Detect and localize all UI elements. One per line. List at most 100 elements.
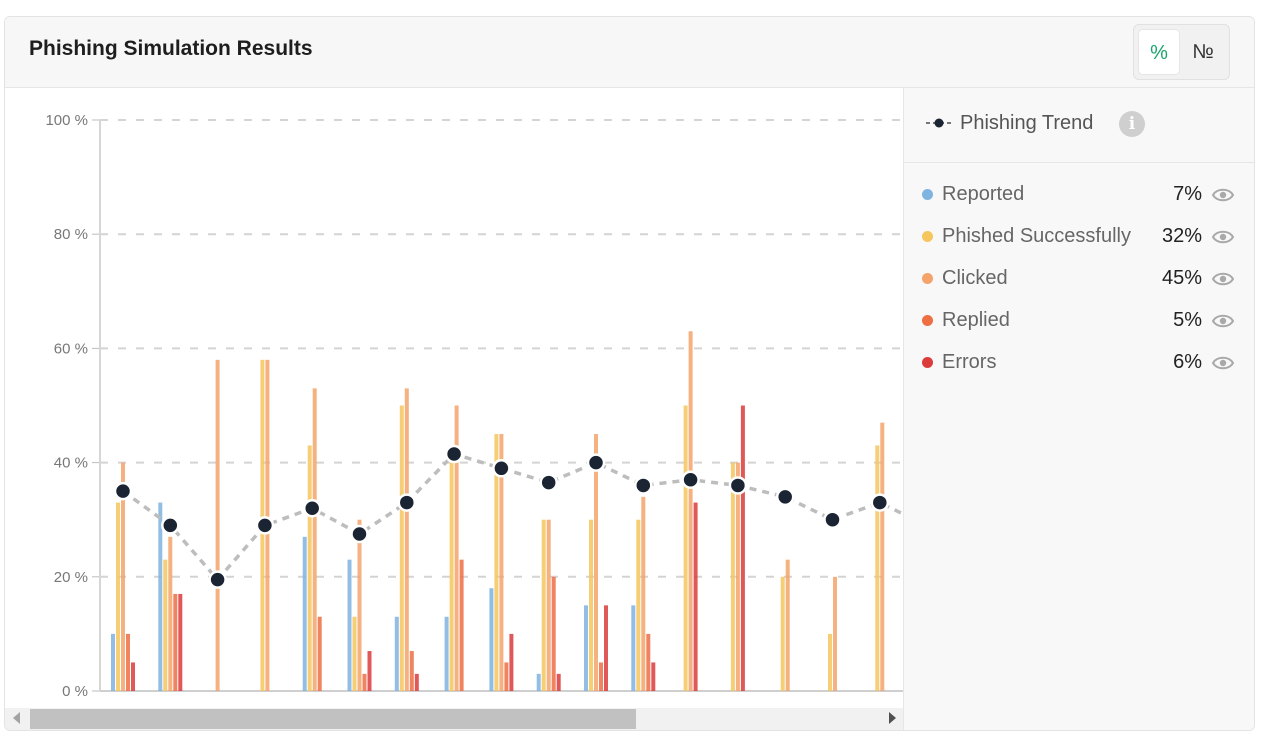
bar-errors xyxy=(414,673,419,691)
bar-clicked xyxy=(312,388,317,691)
trend-point xyxy=(208,570,227,589)
trend-point xyxy=(870,493,890,512)
y-tick-label: 40 % xyxy=(54,455,88,472)
trend-point xyxy=(350,524,369,544)
bar-phished-successfully xyxy=(541,519,546,691)
legend-item-reported[interactable]: Reported 7% xyxy=(904,174,1254,216)
bar-replied xyxy=(646,633,651,691)
bar-reported xyxy=(444,616,449,691)
legend-item-value: 32% xyxy=(1161,225,1202,247)
bar-errors xyxy=(131,662,135,691)
card-title: Phishing Simulation Results xyxy=(29,37,313,60)
trend-legend-row: Phishing Trend i xyxy=(904,88,1254,163)
legend-item-value: 7% xyxy=(1173,183,1202,205)
horizontal-scrollbar[interactable] xyxy=(5,708,903,730)
bar-replied xyxy=(126,633,130,691)
bar-replied xyxy=(173,593,178,691)
bar-phished-successfully xyxy=(352,616,357,691)
scrollbar-thumb[interactable] xyxy=(30,709,636,729)
bar-clicked xyxy=(594,434,598,691)
bar-reported xyxy=(536,673,541,691)
trend-point xyxy=(397,493,417,512)
scroll-left-arrow-icon[interactable] xyxy=(13,712,20,724)
card-header: Phishing Simulation Results % № xyxy=(5,17,1254,88)
bar-phished-successfully xyxy=(307,445,312,691)
bar-clicked xyxy=(688,331,693,691)
y-tick-label: 20 % xyxy=(54,569,88,586)
unit-toggle: % № xyxy=(1133,24,1230,80)
count-toggle-button[interactable]: № xyxy=(1182,29,1224,75)
eye-icon[interactable] xyxy=(1212,186,1234,204)
eye-icon[interactable] xyxy=(1212,228,1234,246)
bar-clicked xyxy=(785,559,790,691)
bar-phished-successfully xyxy=(163,559,168,691)
bar-phished-successfully xyxy=(780,576,785,691)
bar-errors xyxy=(178,593,183,691)
legend-item-value: 6% xyxy=(1173,351,1202,373)
bar-errors xyxy=(651,662,656,691)
bar-replied xyxy=(504,662,509,691)
legend-item-replied[interactable]: Replied 5% xyxy=(904,300,1254,342)
eye-icon[interactable] xyxy=(1212,312,1234,330)
eye-icon[interactable] xyxy=(1212,270,1234,288)
bar-errors xyxy=(604,605,608,691)
bar-phished-successfully xyxy=(683,405,688,691)
legend-color-dot xyxy=(922,357,933,368)
bar-reported xyxy=(158,502,163,691)
bar-reported xyxy=(631,605,636,691)
bar-reported xyxy=(489,588,494,691)
legend-color-dot xyxy=(922,189,933,200)
trend-point xyxy=(255,516,275,535)
trend-point xyxy=(302,499,322,518)
y-tick-label: 80 % xyxy=(54,226,88,243)
legend-item-phished-successfully[interactable]: Phished Successfully 32% xyxy=(904,216,1254,258)
bar-replied xyxy=(409,651,414,691)
bar-errors xyxy=(740,405,745,691)
bar-clicked xyxy=(833,576,837,691)
bar-clicked xyxy=(546,519,551,691)
trend-point xyxy=(634,476,653,495)
bar-phished-successfully xyxy=(875,445,880,691)
trend-legend-label: Phishing Trend xyxy=(960,112,1094,134)
percent-toggle-button[interactable]: % xyxy=(1138,29,1180,75)
scroll-right-arrow-icon[interactable] xyxy=(889,712,896,724)
bar-errors xyxy=(693,502,698,691)
bar-phished-successfully xyxy=(399,405,404,691)
bar-reported xyxy=(111,633,115,691)
bar-clicked xyxy=(404,388,409,691)
bar-errors xyxy=(367,651,372,691)
bar-phished-successfully xyxy=(730,462,735,691)
phishing-results-card: Phishing Simulation Results % № 0 % 20 % 4… xyxy=(4,16,1255,731)
trend-point xyxy=(681,470,700,489)
trend-point xyxy=(492,459,511,478)
trend-point xyxy=(113,481,133,501)
bar-clicked xyxy=(641,496,646,691)
bar-errors xyxy=(556,673,561,691)
bar-reported xyxy=(394,616,399,691)
info-icon[interactable]: i xyxy=(1119,111,1145,137)
bar-replied xyxy=(362,673,367,691)
eye-icon[interactable] xyxy=(1212,354,1234,372)
legend-item-clicked[interactable]: Clicked 45% xyxy=(904,258,1254,300)
chart-area: 0 % 20 % 40 % 60 % 80 % 100 % xyxy=(5,88,904,730)
bar-clicked xyxy=(168,536,173,691)
legend-color-dot xyxy=(922,231,933,242)
bar-phished-successfully xyxy=(636,519,641,691)
legend-item-label: Errors xyxy=(942,351,997,373)
bar-chart: 0 % 20 % 40 % 60 % 80 % 100 % xyxy=(45,112,904,700)
y-tick-label: 60 % xyxy=(54,340,88,357)
trend-point xyxy=(823,510,842,529)
legend-item-errors[interactable]: Errors 6% xyxy=(904,342,1254,384)
trend-line-icon xyxy=(926,118,952,128)
bar-replied xyxy=(599,662,603,691)
bar-phished-successfully xyxy=(116,502,120,691)
trend-point xyxy=(775,487,795,507)
legend-color-dot xyxy=(922,315,933,326)
legend-item-label: Phished Successfully xyxy=(942,225,1131,247)
bar-reported xyxy=(302,536,307,691)
trend-point xyxy=(728,476,748,495)
bar-replied xyxy=(459,559,464,691)
trend-point xyxy=(161,516,180,535)
legend-item-value: 5% xyxy=(1173,309,1202,331)
trend-point xyxy=(586,453,606,472)
